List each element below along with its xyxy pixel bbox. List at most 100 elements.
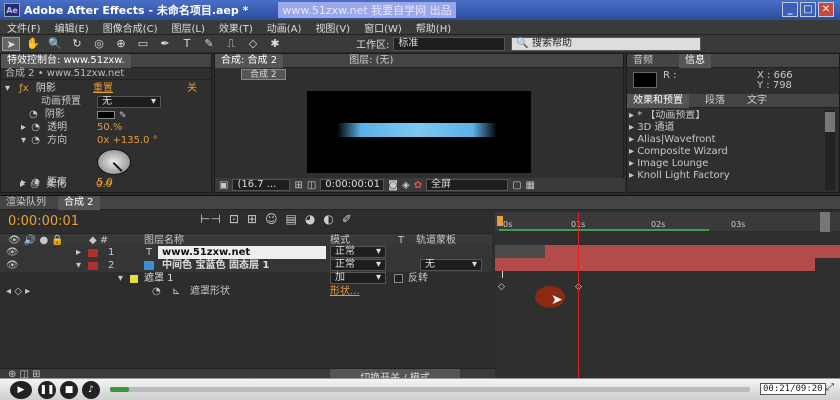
always-preview-icon[interactable]: ▣ [219, 180, 228, 191]
zoom-tool-icon[interactable]: 🔍 [46, 37, 64, 51]
clone-stamp-tool-icon[interactable]: ⎍ [222, 37, 240, 51]
comp-flowchart-icon[interactable]: ⊢⊣ [200, 212, 221, 226]
brush-tool-icon[interactable]: ✎ [200, 37, 218, 51]
workspace-select[interactable]: 标准 [393, 36, 506, 51]
puppet-tool-icon[interactable]: ✱ [266, 37, 284, 51]
blend-mode-select[interactable]: 正常 ▾ [330, 246, 386, 258]
label-color-swatch[interactable] [88, 262, 98, 270]
menu-composition[interactable]: 图像合成(C) [96, 20, 165, 35]
mask-color-swatch[interactable] [130, 275, 138, 283]
menu-edit[interactable]: 编辑(E) [48, 20, 96, 35]
layer-name[interactable]: 中间色 宝蓝色 固态层 1 [162, 259, 269, 272]
tab-paragraph[interactable]: 段落 [699, 94, 731, 108]
volume-icon[interactable]: ♪ [82, 381, 100, 399]
current-time-line[interactable] [578, 212, 579, 378]
layer-name[interactable]: www.51zxw.net [158, 246, 326, 259]
grid-icon[interactable]: ⊞ [294, 180, 302, 191]
angle-dial[interactable] [97, 149, 131, 175]
stopwatch-icon[interactable]: ◔ [31, 122, 40, 133]
close-button[interactable]: ✕ [818, 2, 834, 17]
resolution-select[interactable]: 全屏 [426, 179, 509, 191]
presets-scrollbar[interactable] [825, 110, 835, 190]
tab-composition[interactable]: 合成: 合成 2 [215, 53, 284, 68]
seek-bar[interactable] [110, 387, 750, 392]
blend-mode-select[interactable]: 正常 ▾ [330, 259, 386, 271]
scroll-thumb[interactable] [825, 112, 835, 132]
rectangle-mask-tool-icon[interactable]: ▭ [134, 37, 152, 51]
chevron-down-icon[interactable]: ▾ [21, 135, 26, 146]
table-row[interactable]: 👁 ▸ 1 T www.51zxw.net 正常 ▾ [0, 246, 492, 259]
comp-chip[interactable]: 合成 2 [241, 69, 286, 80]
keyframe-icon[interactable]: ◇ [498, 282, 505, 292]
list-item[interactable]: ▸ Alias|Wavefront [629, 134, 819, 146]
chevron-right-icon[interactable]: ▸ [76, 246, 81, 259]
color-swatch[interactable] [97, 111, 115, 119]
time-indicator-handle[interactable] [497, 216, 503, 226]
menu-effect[interactable]: 效果(T) [212, 20, 260, 35]
time-ruler[interactable]: 0s 01s 02s 03s [495, 212, 840, 231]
mask-row[interactable]: ▾ 遮罩 1 加 ▾ 反转 [0, 272, 492, 285]
track-matte-select[interactable]: 无 ▾ [420, 259, 482, 271]
tab-comp2[interactable]: 合成 2 [58, 195, 100, 210]
draft-3d-icon[interactable]: ⊞ [247, 212, 257, 226]
transparency-grid-icon[interactable]: ▦ [526, 180, 535, 191]
fullscreen-icon[interactable]: ⤢ [826, 382, 834, 393]
menu-layer[interactable]: 图层(L) [164, 20, 211, 35]
chevron-down-icon[interactable]: ▾ [76, 259, 81, 272]
list-item[interactable]: ▸ Image Lounge [629, 158, 819, 170]
chevron-right-icon[interactable]: ▸ [20, 179, 25, 190]
tab-layer[interactable]: 图层: (无) [343, 54, 399, 68]
motion-blur-icon[interactable]: ◕ [305, 212, 315, 226]
eye-icon[interactable]: 👁 [6, 247, 19, 258]
label-color-swatch[interactable] [88, 249, 98, 257]
maximize-button[interactable]: □ [800, 2, 816, 17]
mask-name[interactable]: 遮罩 1 [144, 272, 174, 285]
eraser-tool-icon[interactable]: ◇ [244, 37, 262, 51]
mask-shape-link[interactable]: 形状... [330, 285, 360, 298]
stopwatch-icon[interactable]: ◔ [152, 285, 161, 298]
stop-icon[interactable]: ■ [60, 381, 78, 399]
invert-checkbox[interactable] [394, 274, 403, 283]
timeline-zoom-handle[interactable] [820, 212, 830, 232]
chevron-right-icon[interactable]: ▸ [21, 122, 26, 133]
pen-tool-icon[interactable]: ✒ [156, 37, 174, 51]
tab-effect-controls[interactable]: 特效控制台: www.51zxw. [1, 53, 131, 68]
comp-canvas[interactable] [307, 91, 531, 173]
opacity-value[interactable]: 50.% [97, 122, 122, 134]
selection-tool-icon[interactable]: ➤ [2, 36, 20, 51]
eyedropper-icon[interactable]: ✎ [119, 110, 127, 122]
tab-info[interactable]: 信息 [679, 53, 711, 68]
play-icon[interactable]: ▶ [10, 381, 32, 399]
direction-value[interactable]: 0x +135.0 ° [97, 135, 158, 147]
reset-link[interactable]: 重置 [93, 83, 113, 95]
mask-mode-select[interactable]: 加 ▾ [330, 272, 386, 284]
graph-editor-icon[interactable]: ✐ [342, 212, 352, 226]
snapshot-icon[interactable]: ◙ [388, 180, 398, 191]
work-area-bar[interactable] [499, 229, 709, 231]
list-item[interactable]: ▸ Composite Wizard [629, 146, 819, 158]
live-update-icon[interactable]: ⊡ [229, 212, 239, 226]
hand-tool-icon[interactable]: ✋ [24, 37, 42, 51]
tab-render-queue[interactable]: 渲染队列 [0, 196, 52, 210]
minimize-button[interactable]: _ [782, 2, 798, 17]
softness-value[interactable]: 0.0 [96, 179, 112, 191]
tab-effects-presets[interactable]: 效果和预置 [627, 93, 689, 108]
list-item[interactable]: ▸ 3D 通道 [629, 122, 819, 134]
menu-file[interactable]: 文件(F) [0, 20, 48, 35]
mask-shape-row[interactable]: ◂ ◇ ▸ ◔ ⊾ 遮罩形状 形状... [0, 285, 492, 298]
tab-audio[interactable]: 音频 [627, 54, 659, 68]
list-item[interactable]: ▸ * 【动画预置】 [629, 110, 819, 122]
help-search-input[interactable]: 🔍 搜索帮助 [511, 36, 702, 51]
stopwatch-icon[interactable]: ◔ [29, 109, 38, 120]
viewer-timecode[interactable]: 0:00:00:01 [320, 179, 385, 191]
layer-bar-1[interactable] [545, 245, 840, 258]
menu-view[interactable]: 视图(V) [308, 20, 357, 35]
frame-blending-icon[interactable]: ▤ [286, 212, 297, 226]
eye-icon[interactable]: 👁 [6, 260, 19, 271]
fx-badge-icon[interactable]: ƒx [19, 83, 28, 94]
rotate-tool-icon[interactable]: ↻ [68, 37, 86, 51]
region-of-interest-icon[interactable]: ▢ [512, 180, 521, 191]
chevron-down-icon[interactable]: ▾ [5, 83, 10, 94]
camera-tool-icon[interactable]: ◎ [90, 37, 108, 51]
show-snapshot-icon[interactable]: ◈ [402, 180, 410, 191]
